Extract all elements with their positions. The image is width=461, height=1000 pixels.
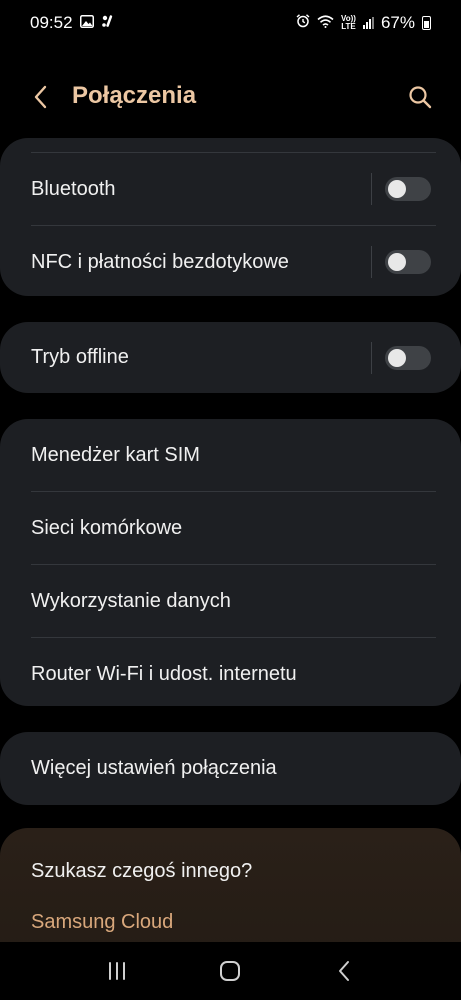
setting-label: NFC i płatności bezdotykowe (31, 250, 289, 273)
setting-bluetooth[interactable]: Bluetooth (0, 153, 461, 225)
mobile-group: Menedżer kart SIM Sieci komórkowe Wykorz… (0, 419, 461, 706)
back-button[interactable] (26, 80, 56, 114)
wireless-group: Bluetooth NFC i płatności bezdotykowe (0, 138, 461, 296)
suggestion-question: Szukasz czegoś innego? (31, 860, 253, 882)
recent-apps-icon (108, 962, 125, 980)
vertical-divider (371, 341, 372, 374)
setting-label: Menedżer kart SIM (31, 443, 200, 466)
setting-sim-manager[interactable]: Menedżer kart SIM (0, 419, 461, 491)
offline-group: Tryb offline (0, 322, 461, 393)
status-time: 09:52 (30, 13, 73, 32)
back-icon (339, 961, 350, 981)
setting-more-connection[interactable]: Więcej ustawień połączenia (0, 732, 461, 805)
setting-label: Tryb offline (31, 346, 129, 368)
toggle-wrap (371, 246, 431, 278)
alarm-icon (296, 13, 310, 33)
app-notification-icon (101, 13, 114, 33)
chevron-left-icon (34, 85, 47, 109)
home-button[interactable] (210, 951, 250, 991)
setting-airplane-mode[interactable]: Tryb offline (0, 322, 461, 393)
nav-back-button[interactable] (324, 951, 364, 991)
setting-label: Sieci komórkowe (31, 516, 183, 539)
toggle-knob (388, 253, 406, 271)
nfc-toggle[interactable] (385, 250, 431, 274)
home-icon (220, 961, 241, 981)
app-header: Połączenia (0, 72, 461, 122)
status-right: Vo)) LTE 67% (296, 13, 431, 33)
toggle-wrap (371, 173, 431, 205)
navigation-bar (0, 942, 461, 1000)
battery-percent: 67% (380, 13, 415, 32)
more-group: Więcej ustawień połączenia (0, 732, 461, 805)
wifi-icon (317, 13, 334, 33)
toggle-knob (388, 348, 406, 367)
image-icon (79, 13, 94, 33)
bluetooth-toggle[interactable] (385, 177, 431, 201)
vertical-divider (371, 246, 372, 278)
setting-mobile-networks[interactable]: Sieci komórkowe (0, 492, 461, 564)
setting-data-usage[interactable]: Wykorzystanie danych (0, 565, 461, 637)
airplane-mode-toggle[interactable] (385, 345, 431, 370)
status-left: 09:52 (30, 13, 114, 33)
setting-label: Router Wi-Fi i udost. internetu (31, 662, 297, 685)
toggle-wrap (371, 341, 431, 374)
setting-label: Więcej ustawień połączenia (31, 757, 277, 779)
vertical-divider (371, 173, 372, 205)
signal-icon (362, 17, 374, 29)
setting-nfc[interactable]: NFC i płatności bezdotykowe (0, 226, 461, 298)
status-bar: 09:52 Vo)) LTE 67% (0, 0, 461, 46)
samsung-cloud-link[interactable]: Samsung Cloud (31, 911, 173, 934)
toggle-knob (388, 180, 406, 198)
volte-indicator: Vo)) LTE (341, 15, 356, 31)
battery-icon (422, 16, 431, 30)
page-title: Połączenia (72, 82, 197, 109)
search-button[interactable] (403, 80, 437, 114)
network-label: LTE (341, 22, 356, 31)
setting-label: Bluetooth (31, 177, 116, 200)
setting-hotspot-tethering[interactable]: Router Wi-Fi i udost. internetu (0, 638, 461, 710)
setting-label: Wykorzystanie danych (31, 589, 231, 612)
search-icon (409, 86, 432, 109)
recent-apps-button[interactable] (97, 951, 137, 991)
